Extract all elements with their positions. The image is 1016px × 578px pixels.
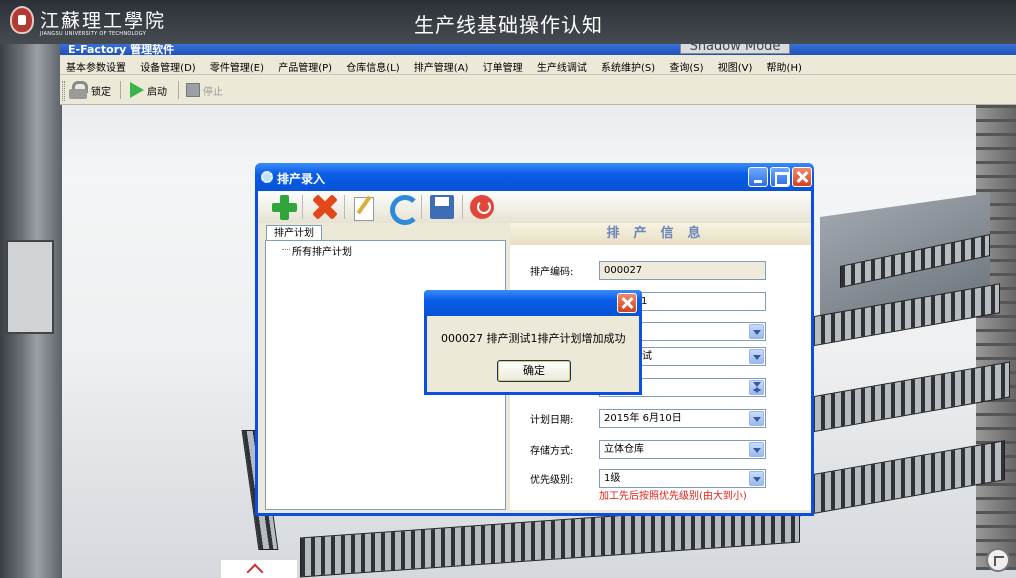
code-label: 排产编码: xyxy=(530,267,574,278)
main-toolbar: 锁定 启动 停止 xyxy=(60,75,1016,105)
menubar: 基本参数设置 设备管理(D) 零件管理(E) 产品管理(P) 仓库信息(L) 排… xyxy=(60,55,1016,75)
close-button[interactable] xyxy=(617,293,637,313)
storage-label: 存储方式: xyxy=(530,446,574,457)
tree-item-all-plans[interactable]: 所有排产计划 xyxy=(292,243,352,258)
menu-basic-params[interactable]: 基本参数设置 xyxy=(66,55,126,74)
refresh-icon[interactable] xyxy=(388,193,420,225)
menu-view[interactable]: 视图(V) xyxy=(718,55,753,74)
menu-parts[interactable]: 零件管理(E) xyxy=(210,55,264,74)
menu-help[interactable]: 帮助(H) xyxy=(767,55,802,74)
toolbar-separator xyxy=(302,195,303,219)
lock-icon xyxy=(68,81,88,99)
chevron-down-icon[interactable] xyxy=(749,442,764,457)
dialog-toolbar xyxy=(258,191,811,225)
course-header: 江蘇理工學院 JIANGSU UNIVERSITY OF TECHNOLOGY … xyxy=(0,0,1016,44)
storage-select[interactable]: 立体仓库 xyxy=(599,440,766,459)
priority-note: 加工先后按照优先级别(由大到小) xyxy=(599,491,747,502)
spin-arrows-icon[interactable] xyxy=(749,380,764,395)
chevron-down-icon[interactable] xyxy=(749,471,764,486)
toolbar-grip xyxy=(62,81,65,101)
tree-connector xyxy=(282,249,290,250)
plan-date-value: 2015年 6月10日 xyxy=(604,413,682,424)
start-label: 启动 xyxy=(147,86,167,98)
edit-icon[interactable] xyxy=(350,193,378,221)
add-icon[interactable] xyxy=(270,193,298,221)
start-button[interactable]: 启动 xyxy=(130,79,167,101)
menu-system[interactable]: 系统维护(S) xyxy=(601,55,655,74)
close-button[interactable] xyxy=(792,167,812,187)
app-title: E-Factory 管理软件 xyxy=(68,44,175,55)
shadow-mode-badge: Shadow Mode xyxy=(680,44,790,54)
tab-schedule-plan[interactable]: 排产计划 xyxy=(266,225,322,241)
maximize-button[interactable] xyxy=(770,167,790,187)
delete-icon[interactable] xyxy=(310,193,338,221)
factory-wall xyxy=(0,40,62,578)
menu-line-debug[interactable]: 生产线调试 xyxy=(537,55,587,74)
school-name: 江蘇理工學院 xyxy=(40,10,167,32)
course-title: 生产线基础操作认知 xyxy=(414,13,603,37)
storage-value: 立体仓库 xyxy=(604,444,644,455)
school-name-en: JIANGSU UNIVERSITY OF TECHNOLOGY xyxy=(40,31,147,37)
menu-scheduling[interactable]: 排产管理(A) xyxy=(414,55,469,74)
menu-query[interactable]: 查询(S) xyxy=(669,55,703,74)
stop-button[interactable]: 停止 xyxy=(186,79,223,101)
message-text: 000027 排产测试1排产计划增加成功 xyxy=(441,332,626,345)
power-icon[interactable] xyxy=(468,193,496,221)
priority-value: 1级 xyxy=(604,473,621,484)
toolbar-separator xyxy=(178,81,179,99)
success-message-box: 000027 排产测试1排产计划增加成功 确定 xyxy=(424,290,642,395)
priority-label: 优先级别: xyxy=(530,475,574,486)
lock-button[interactable]: 锁定 xyxy=(68,79,111,101)
ok-button[interactable]: 确定 xyxy=(497,360,571,382)
chevron-down-icon[interactable] xyxy=(749,411,764,426)
dialog-title: 排产录入 xyxy=(277,172,326,186)
university-logo-icon xyxy=(10,6,34,34)
section-title: 排产信息 xyxy=(510,223,811,245)
gear-icon xyxy=(261,171,273,183)
menu-equipment[interactable]: 设备管理(D) xyxy=(140,55,196,74)
plan-date-picker[interactable]: 2015年 6月10日 xyxy=(599,409,766,428)
menu-warehouse[interactable]: 仓库信息(L) xyxy=(346,55,399,74)
chevron-up-icon[interactable] xyxy=(221,560,297,578)
toolbar-separator xyxy=(421,195,422,219)
stop-label: 停止 xyxy=(203,86,223,98)
minimize-button[interactable] xyxy=(748,167,768,187)
chevron-down-icon[interactable] xyxy=(749,324,764,339)
message-titlebar[interactable] xyxy=(424,290,642,316)
menu-orders[interactable]: 订单管理 xyxy=(483,55,523,74)
toolbar-separator xyxy=(462,195,463,219)
code-field[interactable]: 000027 xyxy=(599,261,766,280)
priority-select[interactable]: 1级 xyxy=(599,469,766,488)
app-titlebar: E-Factory 管理软件 Shadow Mode xyxy=(60,44,1016,55)
stop-icon xyxy=(186,83,200,97)
dialog-titlebar[interactable]: 排产录入 xyxy=(255,163,814,191)
toolbar-separator xyxy=(120,81,121,99)
toolbar-separator xyxy=(344,195,345,219)
menu-products[interactable]: 产品管理(P) xyxy=(278,55,332,74)
chevron-down-icon[interactable] xyxy=(749,349,764,364)
lock-label: 锁定 xyxy=(91,86,111,98)
expand-icon[interactable] xyxy=(986,548,1010,572)
plan-date-label: 计划日期: xyxy=(530,415,574,426)
play-icon xyxy=(130,82,144,98)
save-icon[interactable] xyxy=(428,193,456,221)
